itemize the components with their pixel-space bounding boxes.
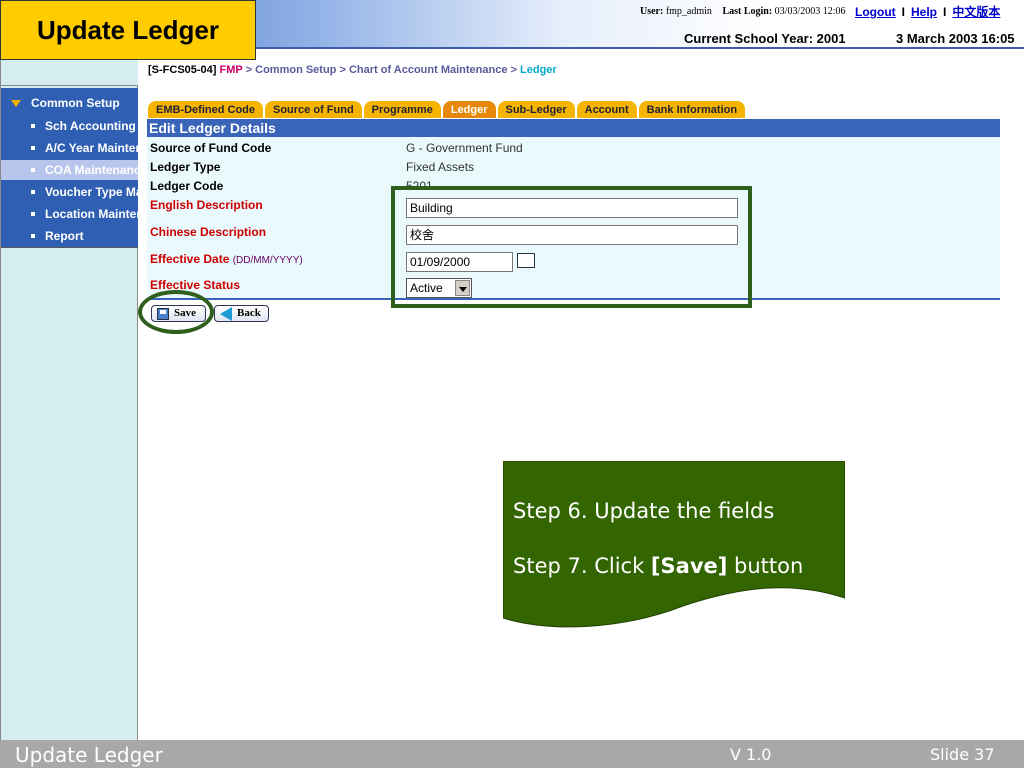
sidebar-item-report[interactable]: Report [1,226,138,246]
chinese-version-link[interactable]: 中文版本 [952,5,1000,19]
user-info: User: fmp_admin Last Login: 03/03/2003 1… [640,6,846,17]
bullet-icon [31,212,35,216]
tab-source-of-fund[interactable]: Source of Fund [265,101,362,118]
ledger-type-value: Fixed Assets [406,160,475,174]
link-separator: I [943,5,947,19]
tab-account[interactable]: Account [576,101,637,118]
breadcrumb-sep: > [339,64,346,76]
fields-highlight-rectangle [391,186,752,308]
logout-link[interactable]: Logout [855,5,896,19]
last-login-value: 03/03/2003 12:06 [774,6,846,17]
tab-bank-information[interactable]: Bank Information [638,101,746,118]
sidebar-item-voucher-type[interactable]: Voucher Type Mai [1,182,138,202]
user-label: User: [640,6,664,17]
sidebar-item-label: Sch Accounting P [45,119,138,133]
school-year: Current School Year: 2001 [684,31,846,46]
bullet-icon [31,168,35,172]
sidebar: Common Setup Sch Accounting P A/C Year M… [0,60,138,740]
footer-title: Update Ledger [15,743,163,767]
sidebar-item-ac-year[interactable]: A/C Year Maintena [1,138,138,158]
footer-slide-number: Slide 37 [930,745,995,764]
current-datetime: 3 March 2003 16:05 [896,31,1015,46]
breadcrumb-coa[interactable]: Chart of Account Maintenance [349,64,508,76]
link-separator: I [901,5,905,19]
panel-title: Edit Ledger Details [147,119,1000,137]
step-7-bold: [Save] [650,554,728,578]
bullet-icon [31,146,35,150]
instruction-callout: Step 6. Update the fields Step 7. Click … [503,461,845,631]
slide-title: Update Ledger [0,0,256,60]
effective-status-label: Effective Status [150,278,241,292]
sidebar-item-label: Location Mainten [45,207,138,221]
back-arrow-icon [220,307,232,321]
slide: Update Ledger User: fmp_admin Last Login… [0,0,1024,768]
footer-version: V 1.0 [730,745,772,764]
last-login-label: Last Login: [722,6,773,17]
callout-shape [503,461,845,628]
source-fund-label: Source of Fund Code [150,141,272,155]
effective-date-label: Effective Date (DD/MM/YYYY) [150,252,303,266]
user-value: fmp_admin [665,6,712,17]
sidebar-top [1,60,138,86]
source-fund-value: G - Government Fund [406,141,523,155]
sidebar-section-common-setup[interactable]: Common Setup [11,96,120,110]
tab-ledger[interactable]: Ledger [442,101,496,118]
breadcrumb: [S-FCS05-04] FMP > Common Setup > Chart … [148,64,557,76]
breadcrumb-sep: > [245,64,253,76]
step-7-suffix: button [727,554,804,578]
bullet-icon [31,190,35,194]
slide-footer: Update Ledger V 1.0 Slide 37 [0,740,1024,768]
tab-bar: EMB-Defined Code Source of Fund Programm… [148,101,747,118]
breadcrumb-sep: > [510,64,517,76]
sidebar-item-label: COA Maintenance [45,163,138,177]
tab-sub-ledger[interactable]: Sub-Ledger [497,101,575,118]
header-divider [256,47,1024,49]
breadcrumb-current: Ledger [520,64,557,76]
sidebar-item-label: Report [45,229,84,243]
sidebar-item-coa-maintenance[interactable]: COA Maintenance [1,160,138,180]
step-6-text: Step 6. Update the fields [513,499,775,523]
breadcrumb-common-setup[interactable]: Common Setup [255,64,336,76]
back-label: Back [237,307,261,319]
back-button[interactable]: Back [214,305,269,322]
sidebar-item-sch-accounting[interactable]: Sch Accounting P [1,116,138,136]
chinese-desc-label: Chinese Description [150,225,267,239]
top-links: Logout I Help I 中文版本 [855,3,1000,20]
sidebar-item-label: A/C Year Maintena [45,141,138,155]
expand-triangle-icon [11,100,21,108]
sidebar-menu: Common Setup Sch Accounting P A/C Year M… [1,88,138,248]
sidebar-section-label: Common Setup [31,96,120,110]
help-link[interactable]: Help [911,5,937,19]
sidebar-item-label: Voucher Type Mai [45,185,138,199]
effective-date-label-text: Effective Date [150,252,230,266]
tab-emb-defined-code[interactable]: EMB-Defined Code [148,101,263,118]
breadcrumb-fmp[interactable]: FMP [220,64,243,76]
ledger-code-label: Ledger Code [150,179,224,193]
bullet-icon [31,234,35,238]
bullet-icon [31,124,35,128]
save-highlight-ellipse [138,290,214,334]
english-desc-label: English Description [150,198,263,212]
step-7-text: Step 7. Click [Save] button [513,554,803,578]
ledger-type-label: Ledger Type [150,160,221,174]
date-format-hint: (DD/MM/YYYY) [232,255,303,266]
step-7-prefix: Step 7. Click [513,554,651,578]
screen-code: [S-FCS05-04] [148,64,217,76]
sidebar-item-location[interactable]: Location Mainten [1,204,138,224]
tab-programme[interactable]: Programme [363,101,441,118]
